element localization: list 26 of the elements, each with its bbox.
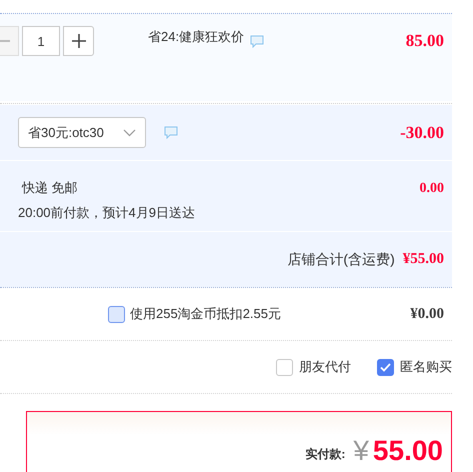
quantity-field[interactable]: 1 (22, 26, 60, 56)
chat-icon[interactable] (250, 35, 264, 48)
item-price: 85.00 (406, 30, 444, 52)
check-icon (380, 362, 391, 372)
coins-label: 使用255淘金币抵扣2.55元 (130, 305, 281, 324)
coins-checkbox[interactable] (108, 306, 125, 322)
payment-amount: 55.00 (372, 434, 443, 468)
option-label: 匿名购买 (400, 358, 452, 376)
coupon-select[interactable]: 省30元:otc30 (18, 117, 146, 148)
delivery-estimate: 20:00前付款，预计4月9日送达 (18, 204, 195, 222)
store-total-label: 店铺合计(含运费) (287, 250, 395, 269)
option-label: 朋友代付 (299, 358, 351, 376)
promo-text: 省24:健康狂欢价 (148, 28, 244, 46)
chevron-down-icon (123, 128, 136, 136)
chat-icon[interactable] (164, 126, 178, 139)
shipping-method: 快递 免邮 (22, 179, 79, 197)
coins-amount: ¥0.00 (410, 304, 444, 324)
shipping-fee: 0.00 (420, 180, 444, 198)
currency-symbol: ¥ (353, 434, 369, 468)
checkbox[interactable] (276, 358, 293, 376)
increase-button[interactable] (63, 26, 94, 56)
coupon-amount: -30.00 (400, 122, 444, 144)
plus-icon (72, 34, 86, 48)
checkbox[interactable] (377, 358, 394, 376)
payment-label: 实付款: (305, 446, 346, 463)
store-total-amount: ¥55.00 (402, 250, 444, 270)
